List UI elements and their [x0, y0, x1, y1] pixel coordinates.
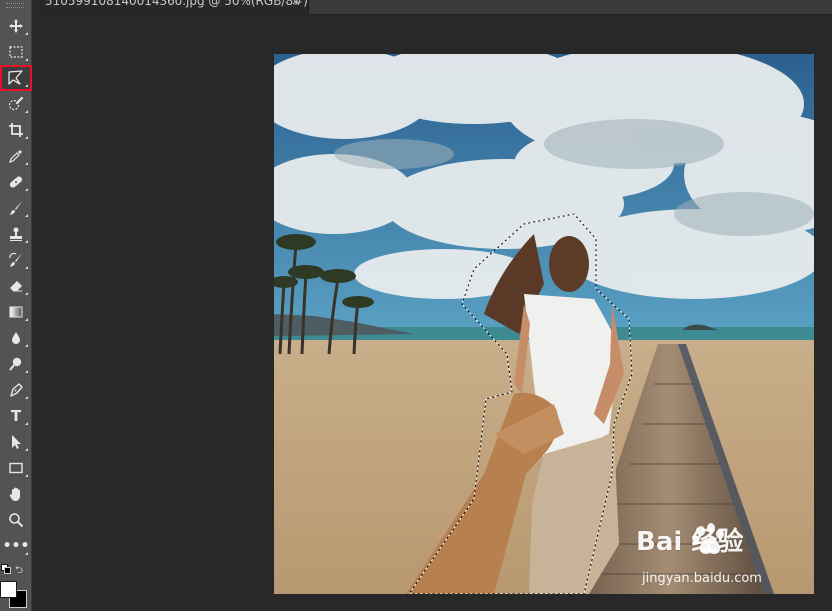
default-colors-icon[interactable]: [1, 564, 11, 574]
document-tab-bar: 51059910814001436б.jpg @ 50%(RGB/8#) ×: [33, 0, 832, 15]
rectangle-tool[interactable]: [1, 456, 31, 480]
document-tab-title: 51059910814001436б.jpg @ 50%(RGB/8#): [45, 0, 308, 8]
history-brush-tool[interactable]: [1, 248, 31, 272]
polygonal-lasso-icon: [8, 70, 23, 85]
zoom-tool[interactable]: [1, 508, 31, 532]
move-tool[interactable]: [1, 14, 31, 38]
path-selection-tool[interactable]: [1, 430, 31, 454]
arrow-cursor-icon: [12, 435, 21, 449]
type-icon: T: [10, 406, 22, 425]
eraser-icon: [10, 281, 22, 292]
crop-tool[interactable]: [1, 118, 31, 142]
gradient-tool[interactable]: [1, 300, 31, 324]
quick-selection-icon: [8, 96, 24, 111]
beach-photo: [274, 54, 814, 594]
pen-icon: [10, 383, 23, 397]
gradient-icon: [9, 306, 23, 318]
panel-grip[interactable]: [6, 3, 24, 8]
quick-selection-tool[interactable]: [1, 92, 31, 116]
hand-tool[interactable]: [1, 482, 31, 506]
rectangle-icon: [9, 462, 23, 474]
dodge-icon: [9, 357, 22, 371]
rectangular-marquee-icon: [9, 46, 23, 58]
water-drop-icon: [12, 332, 20, 344]
history-brush-icon: [9, 252, 22, 267]
close-tab-icon[interactable]: ×: [291, 0, 300, 8]
eyedropper-tool[interactable]: [1, 144, 31, 168]
magnifier-icon: [9, 513, 24, 528]
more-dots-icon: •••: [2, 538, 30, 554]
stamp-icon: [10, 227, 22, 241]
eraser-tool[interactable]: [1, 274, 31, 298]
type-tool[interactable]: T: [1, 404, 31, 428]
pen-tool[interactable]: [1, 378, 31, 402]
foreground-color-swatch[interactable]: [0, 581, 17, 598]
paw-icon: [692, 523, 724, 554]
document-tab[interactable]: 51059910814001436б.jpg @ 50%(RGB/8#) ×: [33, 0, 309, 14]
blur-tool[interactable]: [1, 326, 31, 350]
hand-icon: [9, 487, 20, 501]
swap-colors-icon[interactable]: ⮌: [15, 563, 23, 580]
bandage-icon: [9, 176, 23, 188]
lasso-tool[interactable]: [0, 65, 32, 91]
eyedropper-icon: [9, 150, 22, 163]
brush-tool[interactable]: [1, 196, 31, 220]
dodge-tool[interactable]: [1, 352, 31, 376]
brush-icon: [10, 201, 22, 215]
crop-icon: [9, 123, 23, 137]
move-icon: [9, 19, 23, 33]
baidu-watermark: Bai 经验 jingyan.baidu.com: [636, 521, 786, 591]
edit-toolbar-button[interactable]: •••: [1, 534, 31, 558]
document-canvas[interactable]: [274, 54, 814, 594]
marquee-tool[interactable]: [1, 40, 31, 64]
healing-brush-tool[interactable]: [1, 170, 31, 194]
watermark-logo-text: Bai 经验: [636, 527, 744, 557]
watermark-url: jingyan.baidu.com: [642, 571, 762, 586]
tools-panel: T ••• ⮌: [0, 0, 32, 611]
clone-stamp-tool[interactable]: [1, 222, 31, 246]
